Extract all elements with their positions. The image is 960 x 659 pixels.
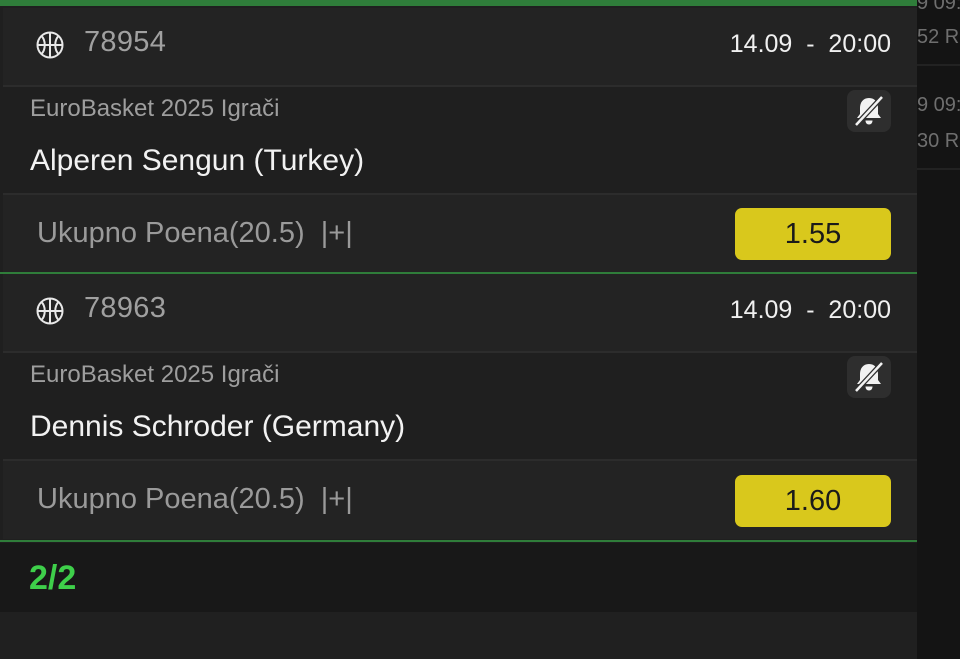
league-name: EuroBasket 2025 Igrači xyxy=(30,361,280,388)
player-name: Alperen Sengun (Turkey) xyxy=(30,144,365,177)
bet-card[interactable]: 78963 14.09 - 20:00 EuroBasket 2025 Igra… xyxy=(3,274,917,540)
match-id: 78954 xyxy=(84,26,167,58)
bell-off-icon xyxy=(854,95,884,127)
peek-text: 9 09: xyxy=(917,0,960,14)
match-datetime: 14.09 - 20:00 xyxy=(729,30,891,58)
league-name: EuroBasket 2025 Igrači xyxy=(30,95,280,122)
peek-divider xyxy=(917,64,960,66)
peek-text: 30 RS xyxy=(917,130,960,152)
market-label: Ukupno Poena(20.5) |+| xyxy=(37,217,353,249)
bet-card-header: 78963 14.09 - 20:00 xyxy=(3,274,917,352)
player-name: Dennis Schroder (Germany) xyxy=(30,410,406,443)
top-accent-bar xyxy=(0,0,917,8)
peek-text: 9 09: xyxy=(917,94,960,116)
bet-slip-panel: 78954 14.09 - 20:00 EuroBasket 2025 Igra… xyxy=(0,0,917,659)
odd-button[interactable]: 1.60 xyxy=(735,475,891,527)
bottom-area xyxy=(0,612,917,659)
match-datetime: 14.09 - 20:00 xyxy=(729,296,891,324)
peek-divider xyxy=(917,168,960,170)
market-row: Ukupno Poena(20.5) |+| 1.55 xyxy=(3,195,917,273)
bet-card-info: EuroBasket 2025 Igrači Alperen Sengun (T… xyxy=(3,87,917,195)
bet-card-header: 78954 14.09 - 20:00 xyxy=(3,8,917,86)
peek-text: 52 RS xyxy=(917,26,960,48)
bet-card-info: EuroBasket 2025 Igrači Dennis Schroder (… xyxy=(3,353,917,461)
page-indicator: 2/2 xyxy=(29,559,77,597)
card-separator xyxy=(0,540,917,542)
basketball-icon xyxy=(36,297,64,325)
pager: 2/2 xyxy=(0,543,917,612)
odd-button[interactable]: 1.55 xyxy=(735,208,891,260)
bell-off-icon xyxy=(854,361,884,393)
match-id: 78963 xyxy=(84,292,167,324)
background-list-peek: 9 09: 52 RS 9 09: 30 RS xyxy=(917,0,960,659)
bet-card[interactable]: 78954 14.09 - 20:00 EuroBasket 2025 Igra… xyxy=(3,8,917,273)
market-label: Ukupno Poena(20.5) |+| xyxy=(37,483,353,515)
notification-toggle-button[interactable] xyxy=(847,356,891,398)
notification-toggle-button[interactable] xyxy=(847,90,891,132)
basketball-icon xyxy=(36,31,64,59)
market-row: Ukupno Poena(20.5) |+| 1.60 xyxy=(3,461,917,539)
